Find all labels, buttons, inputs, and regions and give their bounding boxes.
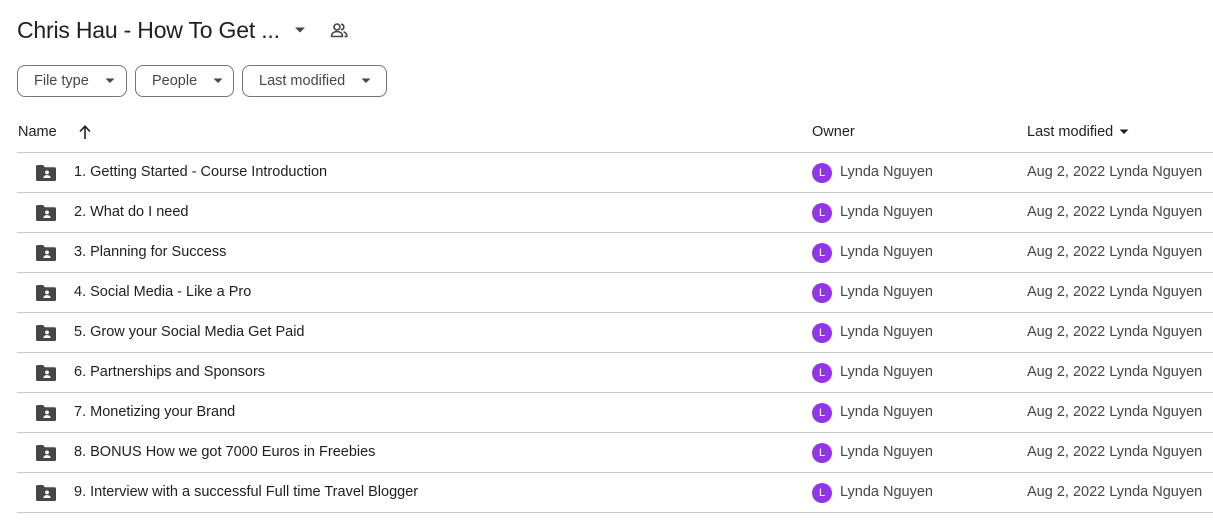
last-modified-info: Aug 2, 2022 Lynda Nguyen — [1027, 484, 1203, 500]
owner-name: Lynda Nguyen — [840, 244, 933, 260]
column-header-last-modified[interactable]: Last modified — [1027, 124, 1129, 140]
file-name[interactable]: 7. Monetizing your Brand — [74, 404, 235, 420]
shared-folder-icon — [35, 364, 57, 382]
file-name[interactable]: 3. Planning for Success — [74, 244, 226, 260]
folder-header: Chris Hau - How To Get ... — [17, 14, 348, 46]
shared-folder-icon — [35, 324, 57, 342]
table-header: Name Owner Last modified — [17, 113, 1213, 153]
people-filter[interactable]: People — [135, 65, 234, 97]
file-type-filter-label: File type — [34, 73, 89, 89]
file-list-table: Name Owner Last modified 1. Getting Star… — [17, 113, 1213, 513]
arrow-drop-down-icon[interactable] — [292, 22, 308, 38]
table-row[interactable]: 3. Planning for Success L Lynda Nguyen A… — [17, 233, 1213, 273]
arrow-upward-icon[interactable] — [78, 124, 92, 140]
avatar: L — [812, 483, 832, 503]
last-modified-info: Aug 2, 2022 Lynda Nguyen — [1027, 164, 1203, 180]
avatar: L — [812, 243, 832, 263]
shared-folder-icon — [35, 244, 57, 262]
shared-folder-icon — [35, 164, 57, 182]
arrow-drop-down-icon — [105, 76, 115, 86]
owner-name: Lynda Nguyen — [840, 324, 933, 340]
file-type-filter[interactable]: File type — [17, 65, 127, 97]
avatar: L — [812, 443, 832, 463]
table-row[interactable]: 6. Partnerships and Sponsors L Lynda Ngu… — [17, 353, 1213, 393]
last-modified-info: Aug 2, 2022 Lynda Nguyen — [1027, 244, 1203, 260]
last-modified-filter-label: Last modified — [259, 73, 346, 89]
column-header-name[interactable]: Name — [18, 124, 57, 140]
filter-bar: File type People Last modified — [17, 65, 387, 97]
table-row[interactable]: 8. BONUS How we got 7000 Euros in Freebi… — [17, 433, 1213, 473]
avatar: L — [812, 363, 832, 383]
file-name[interactable]: 8. BONUS How we got 7000 Euros in Freebi… — [74, 444, 375, 460]
avatar: L — [812, 323, 832, 343]
people-filter-label: People — [152, 73, 198, 89]
file-name[interactable]: 1. Getting Started - Course Introduction — [74, 164, 327, 180]
owner-name: Lynda Nguyen — [840, 284, 933, 300]
owner-name: Lynda Nguyen — [840, 364, 933, 380]
table-row[interactable]: 9. Interview with a successful Full time… — [17, 473, 1213, 513]
avatar: L — [812, 283, 832, 303]
avatar: L — [812, 403, 832, 423]
owner-name: Lynda Nguyen — [840, 444, 933, 460]
avatar: L — [812, 163, 832, 183]
last-modified-info: Aug 2, 2022 Lynda Nguyen — [1027, 284, 1203, 300]
column-header-last-modified-label: Last modified — [1027, 124, 1114, 140]
shared-folder-icon — [35, 204, 57, 222]
owner-name: Lynda Nguyen — [840, 404, 933, 420]
file-name[interactable]: 4. Social Media - Like a Pro — [74, 284, 251, 300]
owner-name: Lynda Nguyen — [840, 484, 933, 500]
last-modified-info: Aug 2, 2022 Lynda Nguyen — [1027, 444, 1203, 460]
shared-folder-icon — [35, 404, 57, 422]
shared-folder-icon — [35, 444, 57, 462]
file-name[interactable]: 6. Partnerships and Sponsors — [74, 364, 265, 380]
table-row[interactable]: 1. Getting Started - Course Introduction… — [17, 153, 1213, 193]
table-row[interactable]: 4. Social Media - Like a Pro L Lynda Ngu… — [17, 273, 1213, 313]
shared-people-icon[interactable] — [330, 21, 348, 39]
shared-folder-icon — [35, 484, 57, 502]
avatar: L — [812, 203, 832, 223]
owner-name: Lynda Nguyen — [840, 204, 933, 220]
arrow-drop-down-icon — [1119, 127, 1129, 137]
arrow-drop-down-icon — [361, 76, 371, 86]
owner-name: Lynda Nguyen — [840, 164, 933, 180]
file-name[interactable]: 2. What do I need — [74, 204, 188, 220]
last-modified-info: Aug 2, 2022 Lynda Nguyen — [1027, 364, 1203, 380]
last-modified-filter[interactable]: Last modified — [242, 65, 387, 97]
arrow-drop-down-icon — [213, 76, 223, 86]
table-row[interactable]: 5. Grow your Social Media Get Paid L Lyn… — [17, 313, 1213, 353]
last-modified-info: Aug 2, 2022 Lynda Nguyen — [1027, 324, 1203, 340]
file-name[interactable]: 5. Grow your Social Media Get Paid — [74, 324, 305, 340]
file-name[interactable]: 9. Interview with a successful Full time… — [74, 484, 418, 500]
table-row[interactable]: 2. What do I need L Lynda Nguyen Aug 2, … — [17, 193, 1213, 233]
folder-title[interactable]: Chris Hau - How To Get ... — [17, 17, 280, 44]
last-modified-info: Aug 2, 2022 Lynda Nguyen — [1027, 404, 1203, 420]
table-body: 1. Getting Started - Course Introduction… — [17, 153, 1213, 513]
column-header-owner[interactable]: Owner — [812, 124, 855, 140]
last-modified-info: Aug 2, 2022 Lynda Nguyen — [1027, 204, 1203, 220]
shared-folder-icon — [35, 284, 57, 302]
table-row[interactable]: 7. Monetizing your Brand L Lynda Nguyen … — [17, 393, 1213, 433]
